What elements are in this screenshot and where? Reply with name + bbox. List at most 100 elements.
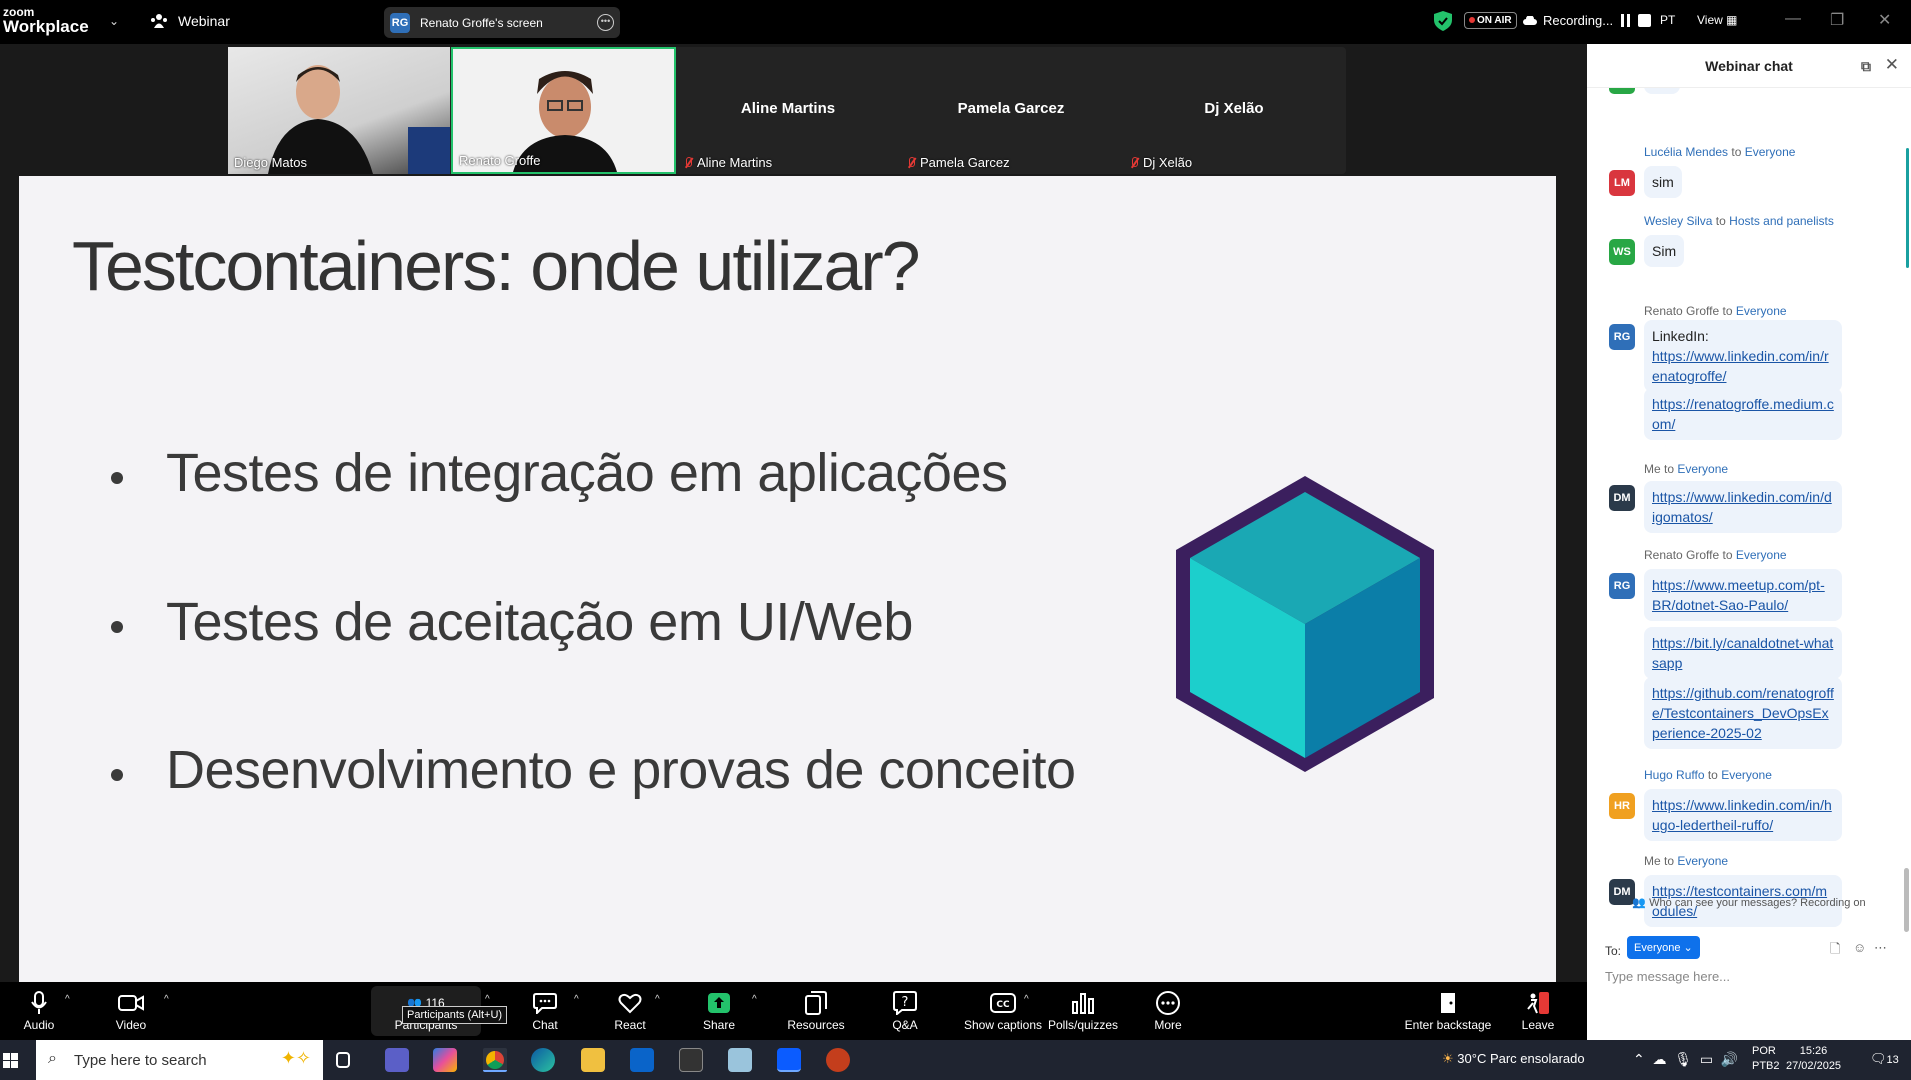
participant-center-name: Dj Xelão (1204, 100, 1264, 117)
chat-link[interactable]: https://www.linkedin.com/in/renatogroffe… (1652, 348, 1829, 384)
chat-link[interactable]: https://renatogroffe.medium.com/ (1652, 396, 1834, 432)
clock[interactable]: 15:26 27/02/2025 (1786, 1044, 1841, 1074)
chat-bubble[interactable]: https://bit.ly/canaldotnet-whatsapp (1644, 627, 1842, 679)
outlook-icon[interactable] (630, 1048, 654, 1072)
chat-link[interactable]: https://www.linkedin.com/in/hugo-lederth… (1652, 797, 1832, 833)
chat-messages[interactable]: Lucélia Mendes to Everyone LM sim Wesley Si… (1587, 88, 1911, 936)
more-options-icon[interactable]: ••• (597, 14, 614, 31)
view-button[interactable]: View ▦ (1697, 13, 1737, 27)
video-tile-aline[interactable]: Aline Martins Aline Martins (677, 47, 899, 174)
avatar[interactable]: RG (1609, 324, 1635, 350)
language-button[interactable]: PT (1660, 13, 1675, 27)
chat-header: Webinar chat ⧉ ✕ (1587, 44, 1911, 88)
video-options-caret[interactable]: ^ (164, 994, 169, 1005)
screen-share-label: Renato Groffe's screen (420, 15, 543, 30)
chat-bubble[interactable]: Sim (1644, 235, 1685, 267)
copilot-icon[interactable] (433, 1048, 457, 1072)
pause-recording-icon[interactable] (1619, 14, 1632, 27)
input-language[interactable]: POR PTB2 (1752, 1044, 1780, 1074)
resources-button[interactable]: Resources (771, 990, 861, 1032)
webinar-label[interactable]: Webinar (150, 13, 230, 29)
who-can-see-notice[interactable]: 👥 Who can see your messages? Recording o… (1587, 896, 1911, 909)
cloud-icon (1523, 15, 1537, 25)
video-button[interactable]: Video (86, 990, 176, 1032)
chat-link[interactable]: https://www.meetup.com/pt-BR/dotnet-Sao-… (1652, 577, 1825, 613)
polls-button[interactable]: Polls/quizzes (1038, 990, 1128, 1032)
react-button[interactable]: React (585, 990, 675, 1032)
chat-bubble[interactable]: https://github.com/renatogroffe/Testcont… (1644, 677, 1842, 749)
chat-message-header: Me to Everyone (1644, 462, 1729, 476)
qa-button[interactable]: ? Q&A (860, 990, 950, 1032)
participant-center-name: Aline Martins (740, 100, 836, 117)
captions-options-caret[interactable]: ^ (1024, 994, 1029, 1005)
more-icon[interactable]: ⋯ (1874, 940, 1887, 956)
notifications-button[interactable]: 🗨13 (1870, 1051, 1899, 1067)
chrome-icon[interactable] (483, 1048, 507, 1072)
taskbar-search-box[interactable]: ⌕ Type here to search ✦✧ (36, 1040, 323, 1080)
tray-icons[interactable]: ⌃ ☁ 🎙 ▭ 🔊 (1633, 1051, 1738, 1068)
video-tile-dj[interactable]: Dj Xelão Dj Xelão (1123, 47, 1345, 174)
chat-bubble[interactable]: https://renatogroffe.medium.com/ (1644, 388, 1842, 440)
leave-button[interactable]: Leave (1493, 990, 1583, 1032)
message-input[interactable]: Type message here... (1605, 969, 1730, 984)
pop-out-icon[interactable]: ⧉ (1861, 58, 1871, 75)
windows-start-icon[interactable] (3, 1053, 18, 1068)
polls-icon (1072, 993, 1094, 1014)
close-window-icon[interactable]: ✕ (1878, 10, 1891, 30)
teams-icon[interactable] (385, 1048, 409, 1072)
video-tile-pamela[interactable]: Pamela Garcez Pamela Garcez (900, 47, 1122, 174)
terminal-icon[interactable] (679, 1048, 703, 1072)
chat-bubble[interactable]: LinkedIn: https://www.linkedin.com/in/ren… (1644, 320, 1842, 392)
mic-muted-icon (683, 156, 693, 169)
more-button[interactable]: More (1123, 990, 1213, 1032)
close-chat-icon[interactable]: ✕ (1885, 55, 1899, 75)
file-icon[interactable]: 🗋 (1830, 940, 1840, 962)
audio-button[interactable]: Audio (0, 990, 84, 1032)
video-tile-diego[interactable]: Diego Matos (228, 47, 450, 174)
avatar[interactable]: WS (1609, 239, 1635, 265)
chat-link[interactable]: https://github.com/renatogroffe/Testcont… (1652, 685, 1834, 741)
avatar[interactable]: RG (1609, 573, 1635, 599)
top-bar: zoom Workplace ⌄ Webinar RG Renato Groff… (0, 0, 1911, 44)
chat-bubble[interactable]: https://www.meetup.com/pt-BR/dotnet-Sao-… (1644, 569, 1842, 621)
chat-bubble[interactable]: https://www.linkedin.com/in/hugo-lederth… (1644, 789, 1842, 841)
powerpoint-icon[interactable] (826, 1048, 850, 1072)
chevron-down-icon[interactable]: ⌄ (109, 14, 119, 28)
shield-icon[interactable] (1434, 11, 1452, 31)
share-button[interactable]: Share (674, 990, 764, 1032)
zoom-app-icon[interactable] (777, 1048, 801, 1072)
task-view-icon[interactable] (336, 1052, 350, 1068)
video-strip: Diego Matos Renato Groffe Aline Martins … (228, 47, 1346, 174)
avatar[interactable]: DM (1609, 485, 1635, 511)
chat-link[interactable]: https://bit.ly/canaldotnet-whatsapp (1652, 635, 1833, 671)
recording-text: Recording... (1543, 13, 1614, 28)
file-explorer-icon[interactable] (581, 1048, 605, 1072)
mic-muted-icon (906, 156, 916, 169)
chevron-up-icon: ⌃ (1633, 1051, 1645, 1067)
restore-icon[interactable]: ❐ (1830, 10, 1844, 30)
stop-recording-icon[interactable] (1638, 14, 1652, 27)
chat-options-caret[interactable]: ^ (574, 994, 579, 1005)
chat-bubble[interactable]: sim (1644, 166, 1682, 198)
react-options-caret[interactable]: ^ (655, 994, 660, 1005)
people-icon: 👥 (1632, 897, 1647, 909)
avatar[interactable]: LM (1609, 170, 1635, 196)
minimize-icon[interactable]: — (1785, 10, 1801, 28)
slide-bullet: Testes de integração em aplicações (91, 442, 1008, 504)
screen-share-pill[interactable]: RG Renato Groffe's screen ••• (384, 7, 620, 38)
audio-options-caret[interactable]: ^ (65, 994, 70, 1005)
notes-app-icon[interactable] (728, 1048, 752, 1072)
edge-icon[interactable] (531, 1048, 555, 1072)
chat-bubble[interactable]: https://www.linkedin.com/in/digomatos/ (1644, 481, 1842, 533)
zoom-logo: zoom Workplace (3, 6, 89, 35)
video-tile-renato[interactable]: Renato Groffe (451, 47, 676, 174)
network-icon: ▭ (1699, 1051, 1714, 1067)
enter-backstage-button[interactable]: Enter backstage (1398, 990, 1498, 1032)
avatar[interactable]: HR (1609, 793, 1635, 819)
recipient-dropdown[interactable]: Everyone ⌄ (1627, 936, 1700, 959)
weather-widget[interactable]: ☀ 30°C Parc ensolarado (1442, 1051, 1585, 1067)
emoji-icon[interactable]: ☺ (1853, 940, 1866, 955)
share-options-caret[interactable]: ^ (752, 994, 757, 1005)
participants-options-caret[interactable]: ^ (485, 994, 490, 1005)
chat-link[interactable]: https://www.linkedin.com/in/digomatos/ (1652, 489, 1832, 525)
